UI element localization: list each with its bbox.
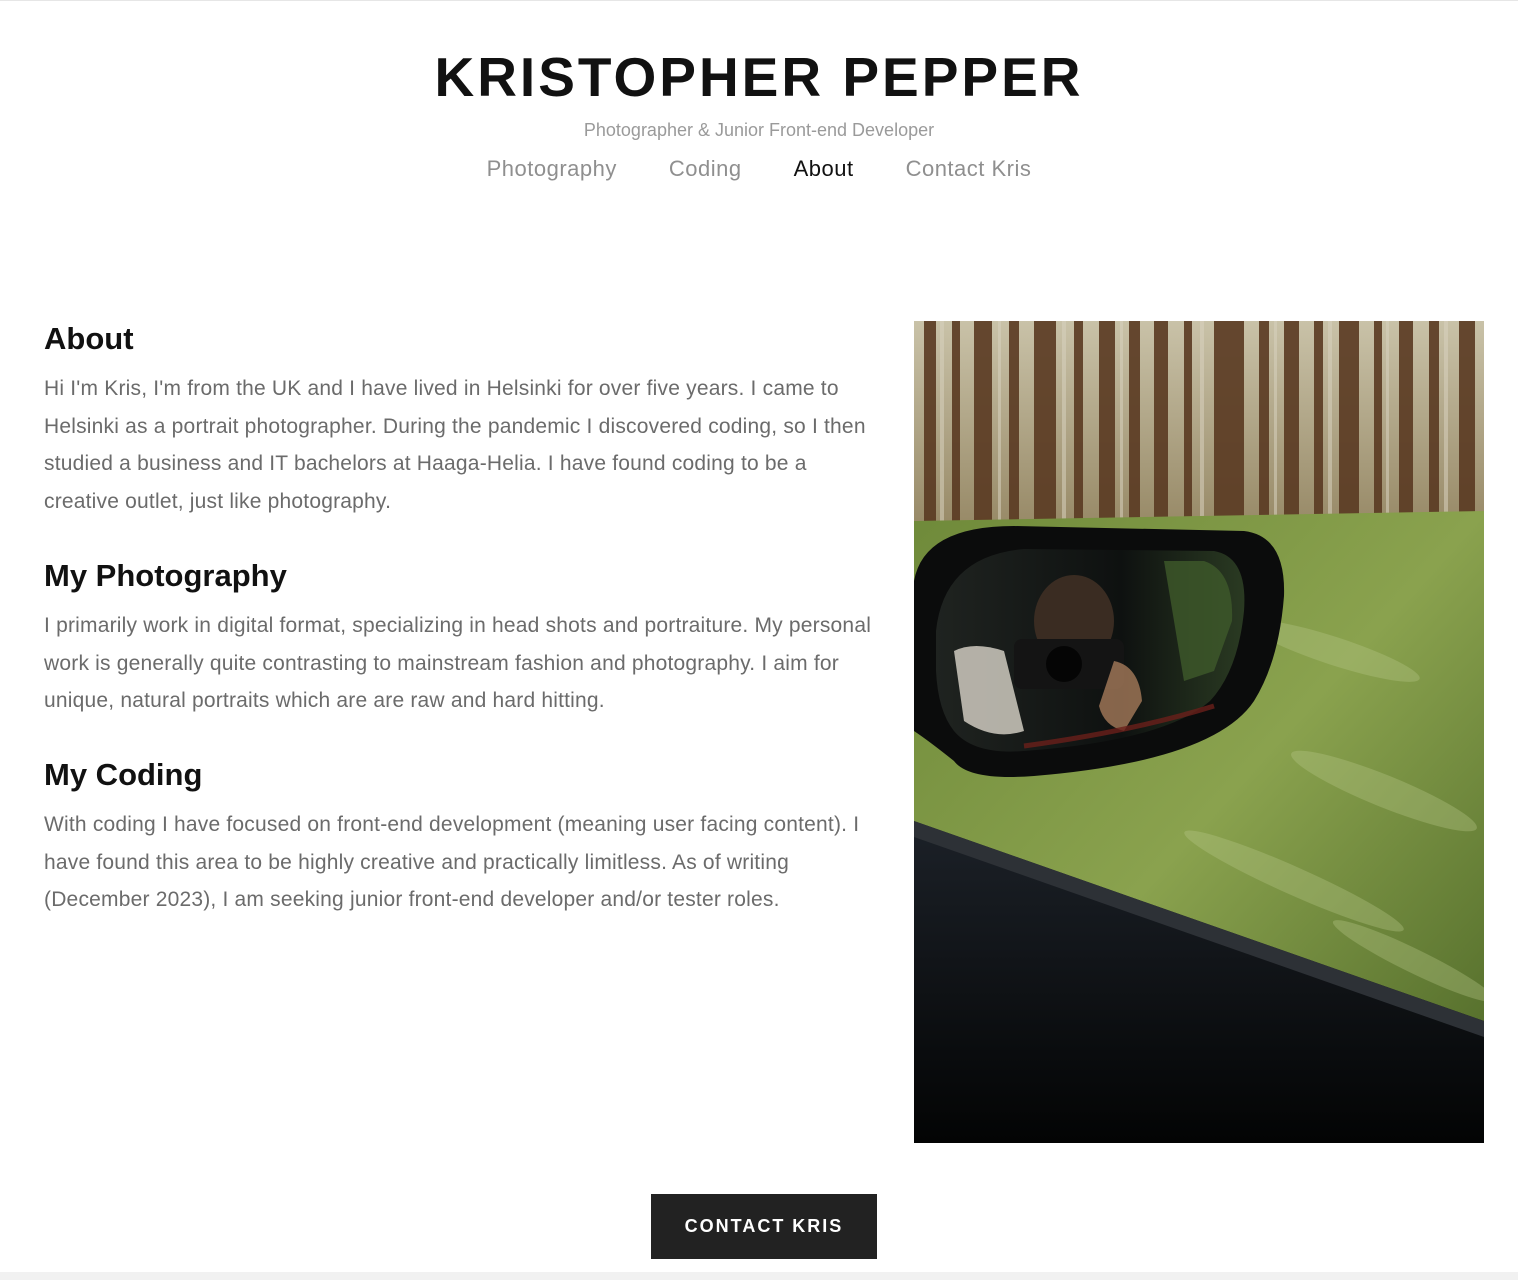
about-text: Hi I'm Kris, I'm from the UK and I have …: [44, 377, 866, 514]
bottom-bar: [0, 1272, 1518, 1280]
coding-text: With coding I have focused on front-end …: [44, 812, 860, 912]
photography-section: My Photography I primarily work in digit…: [44, 555, 874, 720]
main-nav: Photography Coding About Contact Kris: [0, 154, 1518, 184]
about-content: About Hi I'm Kris, I'm from the UK and I…: [44, 318, 874, 919]
site-subtitle: Photographer & Junior Front-end Develope…: [583, 120, 935, 140]
top-divider: [0, 0, 1518, 1]
portrait-photo: [914, 321, 1484, 1143]
nav-item-contact-kris[interactable]: Contact Kris: [906, 154, 1032, 184]
contact-kris-button[interactable]: CONTACT KRIS: [651, 1194, 877, 1259]
nav-item-about[interactable]: About: [794, 154, 854, 184]
photography-text: I primarily work in digital format, spec…: [44, 613, 872, 713]
about-heading: About: [44, 321, 134, 356]
site-title[interactable]: KRISTOPHER PEPPER: [0, 44, 1518, 110]
nav-item-coding[interactable]: Coding: [669, 154, 742, 184]
nav-item-photography[interactable]: Photography: [487, 154, 617, 184]
about-section: About Hi I'm Kris, I'm from the UK and I…: [44, 318, 874, 521]
coding-section: My Coding With coding I have focused on …: [44, 754, 874, 919]
coding-heading: My Coding: [44, 756, 203, 792]
photography-heading: My Photography: [44, 557, 287, 593]
